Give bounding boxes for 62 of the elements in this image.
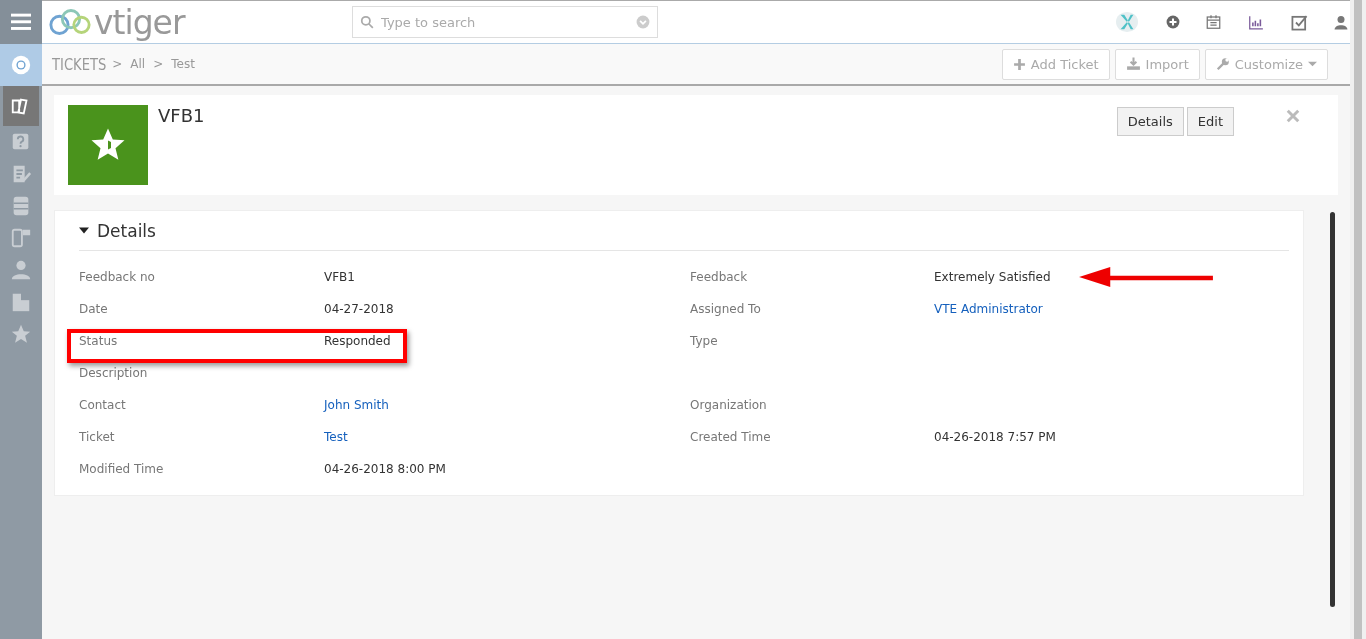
cloud-logo-icon bbox=[48, 7, 92, 37]
x-logo-icon bbox=[1114, 11, 1140, 33]
section-title: Details bbox=[97, 220, 156, 241]
reports-button[interactable] bbox=[1247, 14, 1265, 30]
field-value: Extremely Satisfied bbox=[934, 270, 1051, 284]
logo-text: vtiger bbox=[94, 5, 185, 39]
caret-icon bbox=[1308, 61, 1317, 67]
field-value: VFB1 bbox=[324, 270, 355, 284]
field-label: Modified Time bbox=[79, 462, 164, 476]
field-link[interactable]: Test bbox=[324, 430, 348, 444]
search-icon bbox=[360, 15, 374, 29]
tasks-button[interactable] bbox=[1291, 13, 1308, 31]
field-label: Description bbox=[79, 366, 148, 380]
download-tray-icon bbox=[1125, 57, 1141, 71]
add-button[interactable] bbox=[1166, 15, 1180, 29]
field-label: Ticket bbox=[79, 430, 115, 444]
plus-icon bbox=[1012, 57, 1026, 71]
lifebuoy-icon bbox=[10, 54, 32, 76]
search-field[interactable]: Type to search bbox=[352, 6, 658, 38]
field-value: Responded bbox=[324, 334, 391, 348]
wrench-icon bbox=[1215, 57, 1230, 71]
module-title: TICKETS bbox=[52, 54, 107, 74]
field-value: 04-26-2018 7:57 PM bbox=[934, 430, 1056, 444]
bar-chart-icon bbox=[1247, 14, 1265, 30]
collapse-toggle[interactable] bbox=[79, 227, 89, 234]
app-switcher-button[interactable] bbox=[1114, 11, 1140, 33]
star-icon bbox=[10, 323, 32, 345]
person-icon bbox=[10, 259, 32, 281]
field-value: 04-26-2018 8:00 PM bbox=[324, 462, 446, 476]
calendar-icon bbox=[1206, 14, 1221, 30]
phone-icon bbox=[10, 227, 32, 249]
dropdown-icon bbox=[636, 15, 650, 29]
close-icon bbox=[1286, 109, 1300, 123]
field-label: Organization bbox=[690, 398, 767, 412]
field-label: Feedback bbox=[690, 270, 748, 284]
field-link[interactable]: John Smith bbox=[324, 398, 389, 412]
breadcrumb-separator: > bbox=[153, 57, 164, 71]
field-label: Contact bbox=[79, 398, 126, 412]
scrollbar[interactable] bbox=[1350, 0, 1366, 639]
field-label: Assigned To bbox=[690, 302, 761, 316]
field-label: Type bbox=[690, 334, 718, 348]
field-value: 04-27-2018 bbox=[324, 302, 394, 316]
scrollbar[interactable] bbox=[1330, 212, 1335, 607]
caret-down-icon bbox=[79, 227, 89, 234]
field-label: Date bbox=[79, 302, 108, 316]
edit-button[interactable]: Edit bbox=[1186, 107, 1234, 136]
menu-button[interactable] bbox=[0, 0, 42, 44]
field-label: Feedback no bbox=[79, 270, 155, 284]
building-icon bbox=[10, 291, 32, 313]
user-button[interactable] bbox=[1334, 14, 1348, 30]
record-title: VFB1 bbox=[158, 105, 205, 128]
details-button[interactable]: Details bbox=[1116, 107, 1184, 136]
field-label: Created Time bbox=[690, 430, 771, 444]
sidebar-item[interactable] bbox=[3, 86, 39, 126]
checkbox-icon bbox=[1291, 13, 1308, 31]
field-label: Status bbox=[79, 334, 118, 348]
plus-circle-icon bbox=[1166, 15, 1180, 29]
breadcrumb-separator: > bbox=[112, 57, 123, 71]
calendar-button[interactable] bbox=[1206, 14, 1221, 30]
person-icon bbox=[1334, 14, 1348, 30]
menu-icon bbox=[10, 12, 32, 32]
field-link[interactable]: VTE Administrator bbox=[934, 302, 1043, 316]
